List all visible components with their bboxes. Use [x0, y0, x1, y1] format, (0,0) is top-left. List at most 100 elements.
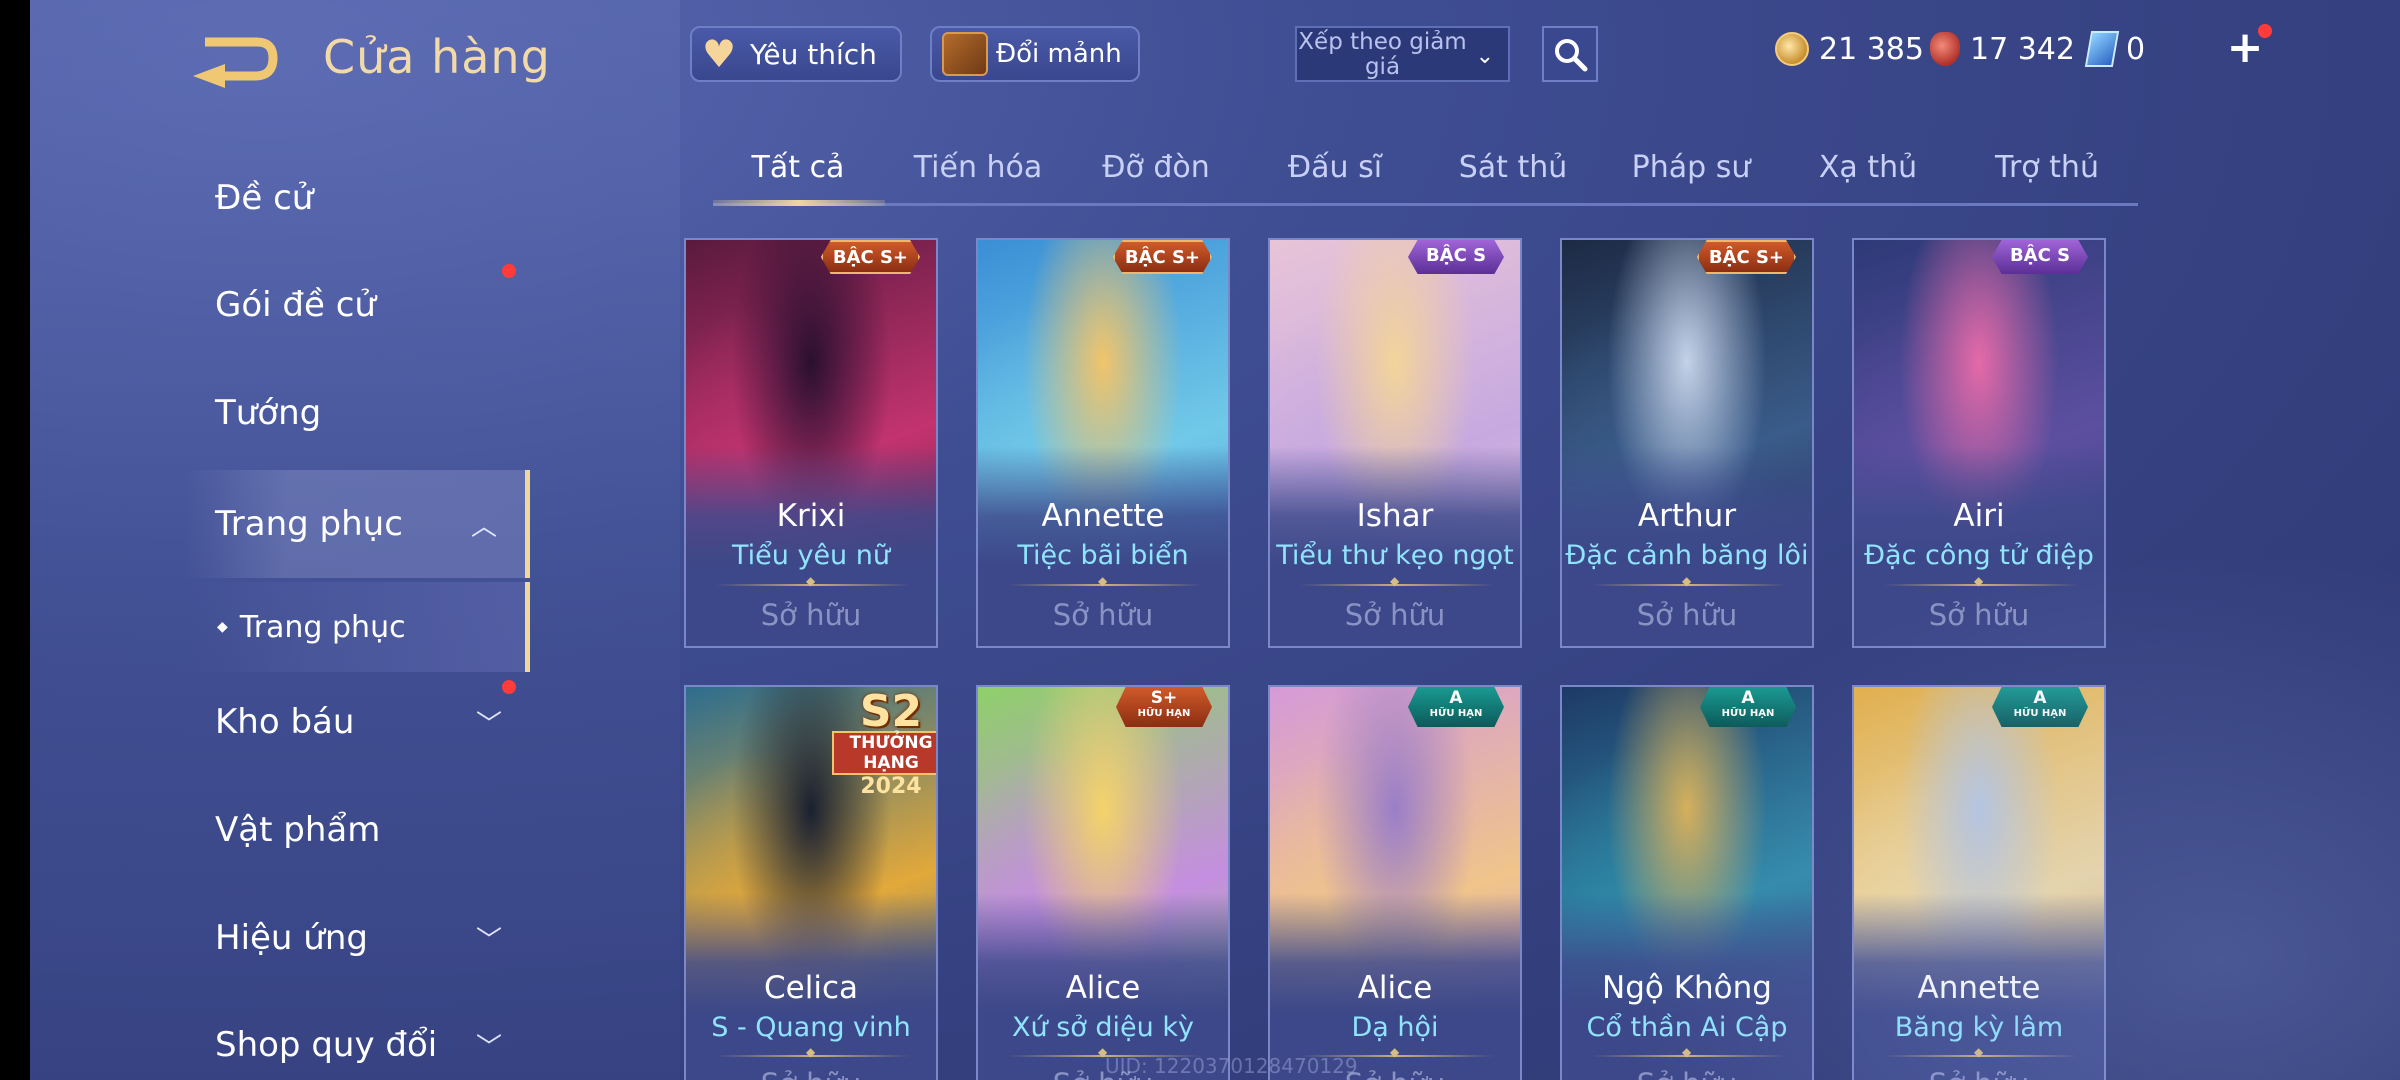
tier-badge: BẬC S+: [1112, 240, 1212, 274]
hero-name: Ngộ Không: [1602, 970, 1772, 1006]
sidebar-item-label: Trang phục: [239, 609, 406, 645]
skin-card[interactable]: BẬC S+ Krixi Tiểu yêu nữ Sở hữu: [684, 238, 938, 648]
skin-name: Xứ sở diệu kỳ: [1012, 1012, 1194, 1043]
tier-badge: A HỮU HẠN: [1408, 687, 1504, 727]
hero-name: Krixi: [776, 498, 846, 534]
uid-watermark: UID: 1220370128470129: [1105, 1054, 1358, 1078]
tier-label: S+: [1150, 688, 1178, 708]
season-reward-badge: S2 THƯỞNG HẠNG 2024: [826, 687, 936, 799]
divider: [1300, 574, 1494, 588]
back-arrow-icon: [193, 37, 278, 88]
bullet-icon: ◆: [217, 619, 228, 635]
favorites-button[interactable]: ♥ Yêu thích: [690, 26, 902, 82]
limited-label: HỮU HẠN: [1429, 708, 1483, 719]
card-fade: [1562, 446, 1812, 646]
notification-dot: [2258, 24, 2272, 38]
hero-name: Alice: [1065, 970, 1141, 1006]
gold-currency: 21 385: [1775, 24, 1924, 74]
skin-card[interactable]: S2 THƯỞNG HẠNG 2024 Celica S - Quang vin…: [684, 685, 938, 1080]
skin-artwork: [1562, 687, 1812, 1080]
sidebar-item-treasure[interactable]: Kho báu ﹀: [185, 672, 530, 772]
skin-name: Tiểu thư kẹo ngọt: [1276, 540, 1514, 571]
skin-card[interactable]: A HỮU HẠN Alice Dạ hội Sở hữu: [1268, 685, 1522, 1080]
sidebar-item-heroes[interactable]: Tướng: [185, 363, 530, 463]
skin-card[interactable]: BẬC S+ Arthur Đặc cảnh băng lôi Sở hữu: [1560, 238, 1814, 648]
sort-dropdown[interactable]: Xếp theo giảm giá ⌄: [1295, 26, 1510, 82]
skin-artwork: [1562, 240, 1812, 646]
tab-mage[interactable]: Pháp sư: [1632, 150, 1751, 185]
sort-label: Xếp theo giảm giá: [1298, 29, 1467, 80]
sidebar-item-recommended-packs[interactable]: Gói đề cử: [185, 255, 530, 355]
skin-name: Đặc cảnh băng lôi: [1565, 540, 1809, 571]
favorites-label: Yêu thích: [750, 37, 877, 71]
card-fade: [1562, 893, 1812, 1080]
tab-fighter[interactable]: Đấu sĩ: [1288, 150, 1382, 185]
card-amount: 0: [2126, 31, 2146, 67]
sidebar-item-exchange-shop[interactable]: Shop quy đổi ﹀: [185, 995, 530, 1080]
gem-amount: 17 342: [1970, 31, 2075, 67]
owned-status: Sở hữu: [1344, 598, 1446, 632]
hero-name: Celica: [764, 970, 858, 1006]
tab-marksman[interactable]: Xạ thủ: [1819, 150, 1917, 185]
sidebar-item-items[interactable]: Vật phẩm: [185, 780, 530, 880]
skin-artwork: [1854, 240, 2104, 646]
skin-card[interactable]: A HỮU HẠN Ngộ Không Cổ thần Ai Cập Sở hữ…: [1560, 685, 1814, 1080]
sidebar-item-label: Shop quy đổi: [215, 1025, 438, 1065]
tab-support[interactable]: Trợ thủ: [1995, 150, 2099, 185]
hero-name: Ishar: [1356, 498, 1434, 534]
skin-card[interactable]: BẬC S+ Annette Tiệc bãi biển Sở hữu: [976, 238, 1230, 648]
search-button[interactable]: [1542, 26, 1598, 82]
tier-label: A: [2033, 688, 2047, 708]
sidebar-item-recommended[interactable]: Đề cử: [185, 148, 530, 248]
tier-label: A: [1741, 688, 1755, 708]
tab-evolution[interactable]: Tiến hóa: [914, 150, 1043, 185]
limited-label: HỮU HẠN: [2013, 708, 2067, 719]
sidebar-subitem-skins[interactable]: ◆ Trang phục: [185, 582, 530, 672]
tab-tank[interactable]: Đỡ đòn: [1102, 150, 1210, 185]
skin-name: Tiệc bãi biển: [1017, 540, 1189, 571]
role-tabs: Tất cả Tiến hóa Đỡ đòn Đấu sĩ Sát thủ Ph…: [713, 140, 2138, 206]
tab-all[interactable]: Tất cả: [752, 150, 845, 185]
tier-badge: BẬC S+: [820, 240, 920, 274]
skin-name: Băng kỳ lâm: [1894, 1012, 2064, 1043]
chevron-down-icon: ﹀: [475, 709, 502, 740]
skin-card[interactable]: S+ HỮU HẠN Alice Xứ sở diệu kỳ Sở hữu: [976, 685, 1230, 1080]
divider: [1008, 574, 1202, 588]
owned-status: Sở hữu: [1636, 598, 1738, 632]
gold-coin-icon: [1775, 32, 1809, 66]
skin-card[interactable]: BẬC S Ishar Tiểu thư kẹo ngọt Sở hữu: [1268, 238, 1522, 648]
card-fade: [1854, 893, 2104, 1080]
skin-card[interactable]: BẬC S Airi Đặc công tử điệp Sở hữu: [1852, 238, 2106, 648]
hero-name: Arthur: [1637, 498, 1737, 534]
sidebar-item-label: Đề cử: [215, 178, 314, 218]
notification-dot: [502, 680, 516, 694]
skin-card[interactable]: A HỮU HẠN Annette Băng kỳ lâm Sở hữu: [1852, 685, 2106, 1080]
tier-badge: BẬC S: [1992, 240, 2088, 274]
sidebar-item-label: Gói đề cử: [215, 285, 376, 325]
gem-currency: 17 342: [1930, 24, 2075, 74]
shard-exchange-label: Đổi mảnh: [996, 39, 1122, 69]
season-label: THƯỞNG HẠNG: [832, 731, 936, 775]
shard-chest-icon: [942, 32, 988, 76]
shop-screen: Cửa hàng ♥ Yêu thích Đổi mảnh Xếp theo g…: [30, 0, 2400, 1080]
owned-status: Sở hữu: [760, 598, 862, 632]
divider: [1884, 574, 2078, 588]
tab-assassin[interactable]: Sát thủ: [1459, 150, 1568, 185]
back-button[interactable]: [185, 30, 285, 90]
owned-status: Sở hữu: [1052, 598, 1154, 632]
skin-name: Tiểu yêu nữ: [732, 540, 890, 571]
sidebar-item-skins[interactable]: Trang phục ︿: [185, 470, 530, 578]
divider: [1592, 574, 1786, 588]
sidebar-item-effects[interactable]: Hiệu ứng ﹀: [185, 888, 530, 988]
tier-badge: BẬC S: [1408, 240, 1504, 274]
hero-name: Alice: [1357, 970, 1433, 1006]
page-title: Cửa hàng: [323, 30, 551, 84]
divider: [716, 1045, 910, 1059]
sidebar-item-label: Vật phẩm: [215, 810, 381, 850]
tier-badge: BẬC S+: [1696, 240, 1796, 274]
shard-exchange-button[interactable]: Đổi mảnh: [930, 26, 1140, 82]
tier-badge: A HỮU HẠN: [1700, 687, 1796, 727]
skin-name: Cổ thần Ai Cập: [1586, 1012, 1788, 1043]
owned-status: Sở hữu: [686, 1067, 936, 1080]
owned-status: Sở hữu: [1928, 598, 2030, 632]
